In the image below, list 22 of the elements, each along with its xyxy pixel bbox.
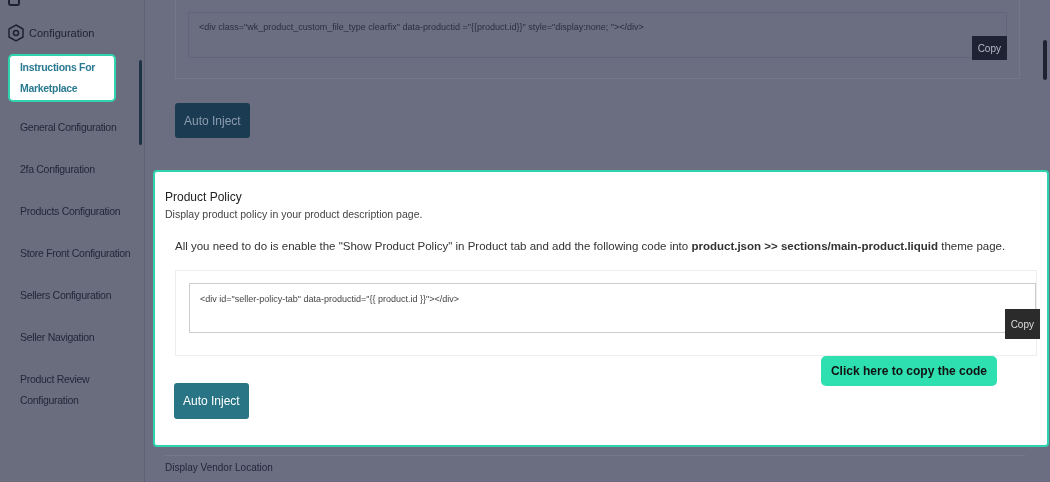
card-subtitle: Display product policy in your product description page. (165, 208, 424, 220)
code-field[interactable]: <div class="wk_product_custom_file_type clearfix" data-productid ="{{product.id}}" style="display:none; "></div> Copy (188, 12, 1007, 58)
copy-button[interactable]: Copy (1004, 309, 1040, 339)
scrollbar[interactable] (139, 60, 142, 145)
section-title: Display Vendor Location (165, 455, 1025, 473)
sidebar-item[interactable]: Product Review Configuration (20, 369, 144, 432)
card-title: Product Policy (165, 190, 243, 204)
auto-inject-button[interactable]: Auto Inject (175, 103, 250, 138)
sidebar-item[interactable]: Instructions For Marketplace (8, 54, 116, 102)
sidebar-item[interactable]: Sellers Configuration (20, 285, 144, 327)
instruction-text: All you need to do is enable the "Show Product Policy" in Product tab and add the following code into product.json >> sections/main-product.liquid theme page. (175, 240, 1007, 252)
sidebar-item[interactable]: General Configuration (20, 117, 144, 159)
callout-tooltip: Click here to copy the code (820, 356, 997, 386)
auto-inject-button[interactable]: Auto Inject (174, 383, 249, 419)
sidebar-item[interactable]: 2fa Configuration (20, 159, 144, 201)
copy-button[interactable]: Copy (971, 36, 1007, 60)
section-label: Configuration (29, 27, 95, 39)
sidebar-item[interactable]: Products Configuration (20, 201, 144, 243)
sidebar-item[interactable]: Seller Navigation (20, 327, 144, 369)
sidebar-item[interactable]: Store Front Configuration (20, 243, 144, 285)
settings-icon (8, 24, 24, 42)
scrollbar[interactable] (1043, 40, 1047, 80)
